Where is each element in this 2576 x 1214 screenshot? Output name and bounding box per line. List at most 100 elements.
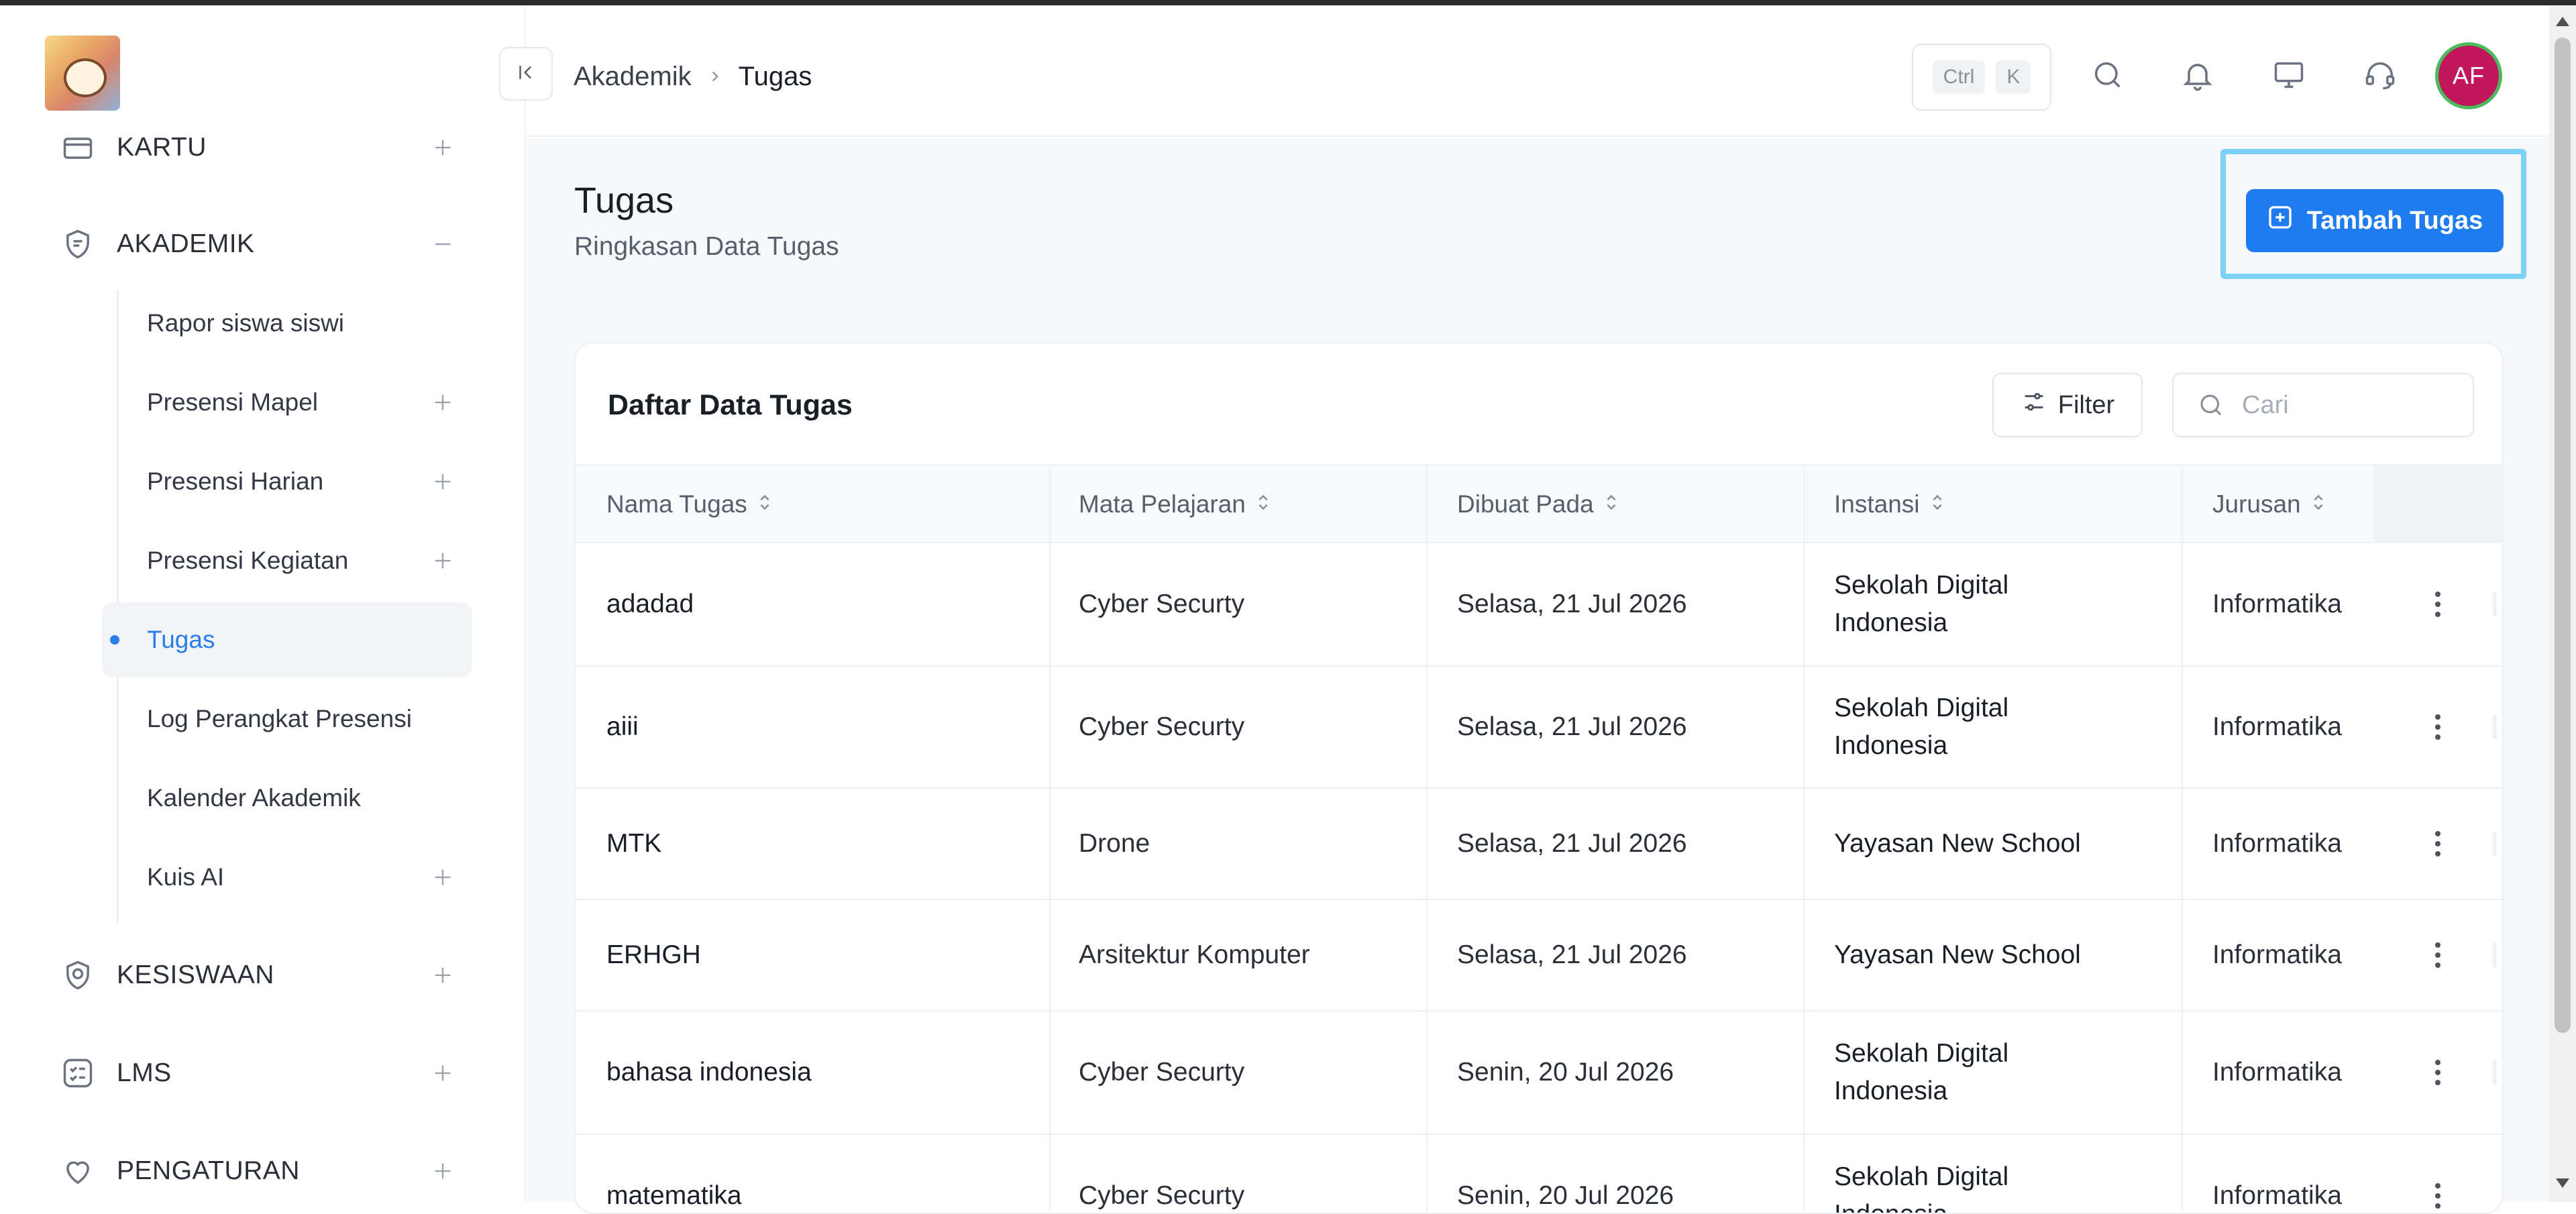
column-header-dibuat-pada[interactable]: Dibuat Pada [1457,465,1619,543]
actions-column-header [2373,465,2502,543]
table-row[interactable]: adadad Cyber Securty Selasa, 21 Jul 2026… [576,543,2502,667]
scroll-down-arrow-icon[interactable] [2555,1175,2571,1191]
sidebar-group-label: AKADEMIK [117,229,255,258]
column-header-jurusan[interactable]: Jurusan [2212,465,2326,543]
filter-label: Filter [2057,390,2115,419]
kebab-menu-icon[interactable] [2424,707,2451,747]
search-icon[interactable] [2086,54,2129,97]
cell-mata-pelajaran: Cyber Securty [1079,712,1245,741]
kebab-menu-icon[interactable] [2424,1176,2451,1213]
search-input[interactable] [2241,385,2462,425]
sidebar-group-lms[interactable]: LMS [0,1040,525,1107]
kebab-menu-icon[interactable] [2424,935,2451,975]
sidebar-group-label: LMS [117,1058,172,1087]
search-icon [2195,389,2227,421]
breadcrumb-akademik[interactable]: Akademik [574,62,692,92]
sidebar-item-label: Rapor siswa siswi [147,309,345,337]
cell-nama-tugas: bahasa indonesia [606,1058,812,1087]
sidebar-item-tugas[interactable]: Tugas [102,602,472,677]
sidebar-group-kartu[interactable]: KARTU [0,114,525,181]
cell-instansi: Sekolah Digital Indonesia [1834,1039,2009,1105]
scrollbar-thumb[interactable] [2555,38,2571,1033]
cell-dibuat-pada: Selasa, 21 Jul 2026 [1457,829,1687,858]
kebab-menu-icon[interactable] [2424,824,2451,864]
plus-icon[interactable] [427,386,459,419]
kbd-k: K [1996,60,2031,94]
sidebar-group-label: KARTU [117,133,207,162]
collapse-sidebar-button[interactable] [499,47,553,101]
add-task-button[interactable]: Tambah Tugas [2246,189,2504,252]
cell-nama-tugas: adadad [606,590,694,618]
cell-mata-pelajaran: Cyber Securty [1079,1181,1245,1210]
cell-dibuat-pada: Senin, 20 Jul 2026 [1457,1058,1674,1087]
sidebar-group-label: PENGATURAN [117,1156,300,1185]
sidebar-group-akademik[interactable]: AKADEMIK [0,211,525,278]
sort-icon[interactable] [2310,490,2326,518]
heart-settings-icon [59,1152,97,1190]
user-avatar[interactable]: AF [2435,42,2502,109]
table-row[interactable]: matematika Cyber Securty Senin, 20 Jul 2… [576,1135,2502,1213]
filter-button[interactable]: Filter [1992,373,2143,437]
student-badge-icon [59,956,97,994]
column-header-nama-tugas[interactable]: Nama Tugas [606,465,773,543]
row-edge-marker [2493,1060,2497,1085]
cell-dibuat-pada: Selasa, 21 Jul 2026 [1457,590,1687,618]
column-label: Jurusan [2212,490,2301,518]
sort-icon[interactable] [1929,490,1945,518]
search-field[interactable] [2172,373,2474,437]
plus-icon[interactable] [427,1057,459,1089]
card-icon [59,129,97,166]
plus-icon[interactable] [427,465,459,498]
sort-icon[interactable] [1603,490,1619,518]
monitor-icon[interactable] [2267,54,2310,97]
sidebar-item-log-perangkat[interactable]: Log Perangkat Presensi [102,681,472,757]
kebab-menu-icon[interactable] [2424,1052,2451,1093]
table-row[interactable]: ERHGH Arsitektur Komputer Selasa, 21 Jul… [576,900,2502,1011]
sidebar-item-kuis-ai[interactable]: Kuis AI [102,840,472,915]
academic-shield-icon [59,225,97,263]
plus-icon[interactable] [427,131,459,164]
sidebar-item-presensi-mapel[interactable]: Presensi Mapel [102,365,472,440]
plus-icon[interactable] [427,959,459,991]
sidebar-group-kesiswaan[interactable]: KESISWAAN [0,942,525,1009]
sidebar-item-kalender[interactable]: Kalender Akademik [102,761,472,836]
minus-icon[interactable] [427,228,459,260]
sort-icon[interactable] [757,490,773,518]
row-edge-marker [2493,943,2497,967]
plus-icon[interactable] [427,861,459,893]
plus-icon[interactable] [427,1155,459,1187]
card-title: Daftar Data Tugas [608,389,853,421]
table-row[interactable]: bahasa indonesia Cyber Securty Senin, 20… [576,1011,2502,1135]
cell-jurusan: Informatika [2212,829,2342,858]
row-edge-marker [2493,715,2497,739]
school-logo[interactable] [45,36,120,111]
collapse-sidebar-icon [515,61,537,87]
table-header: Nama Tugas Mata Pelajaran Dibuat Pada In… [576,464,2502,543]
kbd-ctrl: Ctrl [1932,60,1986,94]
column-header-mata-pelajaran[interactable]: Mata Pelajaran [1079,465,1271,543]
sidebar-item-label: Presensi Harian [147,467,324,495]
headset-icon[interactable] [2359,54,2402,97]
column-label: Dibuat Pada [1457,490,1594,518]
bell-icon[interactable] [2176,54,2219,97]
plus-square-icon [2267,204,2294,237]
cell-nama-tugas: aiii [606,712,639,741]
sidebar-item-rapor[interactable]: Rapor siswa siswi [102,286,472,361]
plus-icon[interactable] [427,545,459,577]
sort-icon[interactable] [1255,490,1271,518]
command-palette-button[interactable]: Ctrl K [1912,44,2051,111]
sidebar-item-presensi-harian[interactable]: Presensi Harian [102,444,472,519]
kebab-menu-icon[interactable] [2424,584,2451,624]
row-edge-marker [2493,592,2497,616]
cell-nama-tugas: matematika [606,1181,742,1210]
add-task-label: Tambah Tugas [2306,206,2483,235]
sidebar-group-pengaturan[interactable]: PENGATURAN [0,1138,525,1202]
sidebar-item-presensi-kegiatan[interactable]: Presensi Kegiatan [102,523,472,598]
column-label: Instansi [1834,490,1920,518]
scroll-up-arrow-icon[interactable] [2555,13,2571,30]
column-header-instansi[interactable]: Instansi [1834,465,1945,543]
cell-jurusan: Informatika [2212,1058,2342,1087]
table-row[interactable]: aiii Cyber Securty Selasa, 21 Jul 2026 S… [576,667,2502,789]
table-row[interactable]: MTK Drone Selasa, 21 Jul 2026 Yayasan Ne… [576,789,2502,900]
cell-dibuat-pada: Selasa, 21 Jul 2026 [1457,712,1687,741]
